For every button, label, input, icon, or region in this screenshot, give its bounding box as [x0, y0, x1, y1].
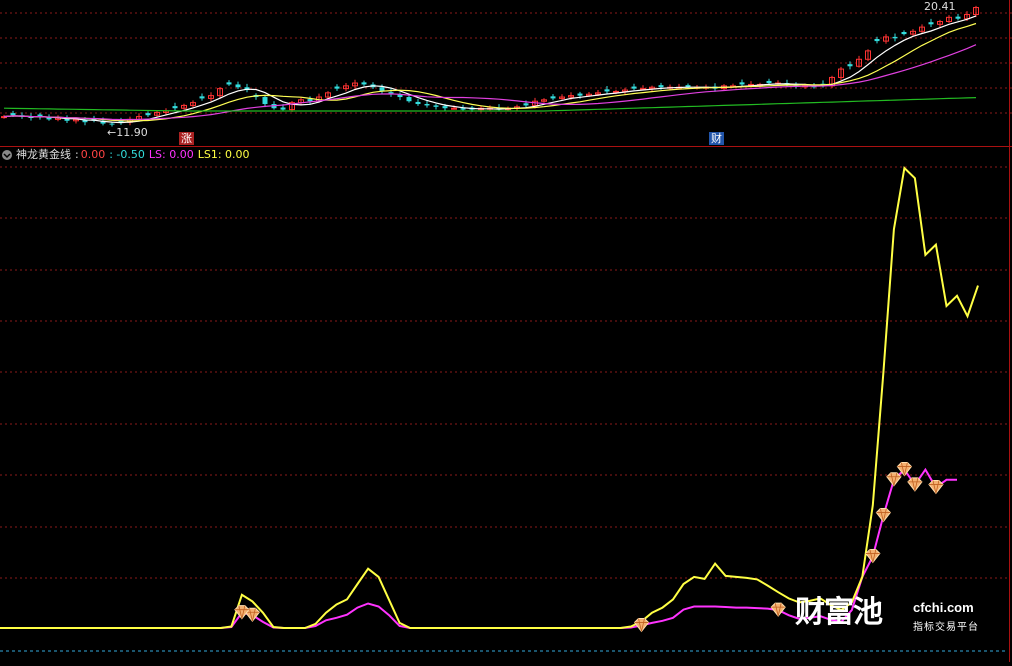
ls1-line — [0, 165, 979, 629]
candle-body-down — [334, 86, 340, 89]
diamond-marker-icon — [633, 617, 650, 633]
candle-body-down — [280, 107, 286, 110]
candle-body-down — [892, 36, 898, 39]
candle-body-down — [433, 105, 439, 107]
candle-body-down — [109, 123, 115, 125]
candle-body-down — [523, 103, 529, 106]
watermark-logo: 财富池 cfchi.com 指标交易平台 — [795, 596, 985, 636]
candle-body-down — [577, 93, 583, 96]
candle-body-down — [145, 113, 151, 116]
diamond-marker-icon — [865, 548, 881, 564]
diamond-marker-icon — [770, 602, 786, 617]
candle-body-down — [235, 84, 241, 88]
watermark-brand: 财富池 — [795, 595, 883, 630]
chart-svg[interactable] — [0, 0, 1012, 662]
diamond-marker-icon — [907, 477, 923, 492]
indicator-value-1: 0.00 — [80, 148, 106, 161]
candle-body-down — [739, 82, 745, 85]
candle-body-down — [658, 85, 664, 88]
candle-body-down — [424, 104, 430, 106]
indicator-sep: : — [75, 148, 79, 161]
indicator-ls1: LS1: 0.00 — [197, 148, 250, 161]
price-low-label: ←11.90 — [107, 126, 148, 139]
candle-body-down — [10, 113, 16, 116]
candle-body-down — [226, 82, 232, 85]
candle-body-down — [955, 16, 961, 19]
candle-body-down — [361, 82, 367, 85]
candle-body-down — [901, 32, 907, 35]
chart-stage[interactable]: 20.41 ←11.90 涨 财 神龙黄金线 : 0.00 : -0.50 LS… — [0, 0, 1012, 662]
indicator-ls: LS: 0.00 — [148, 148, 194, 161]
diamond-marker-icon — [886, 472, 902, 487]
candle-body-down — [406, 97, 412, 102]
candle-body-down — [199, 96, 205, 99]
candle-body-down — [847, 64, 853, 67]
candle-body-down — [307, 99, 313, 102]
indicator-value-2: : -0.50 — [109, 148, 145, 161]
indicator-legend: 神龙黄金线 : 0.00 : -0.50 LS: 0.00 LS1: 0.00 — [0, 148, 254, 162]
diamond-marker-icon — [928, 479, 944, 495]
candle-body-down — [874, 39, 880, 42]
candle-body-down — [172, 106, 178, 109]
candle-body-down — [550, 96, 556, 99]
watermark-tagline: 指标交易平台 — [913, 622, 979, 633]
candle-body-down — [442, 106, 448, 109]
candle-body-down — [604, 89, 610, 92]
candle-body-down — [928, 22, 934, 25]
watermark-url: cfchi.com — [913, 600, 974, 615]
candle-body-down — [262, 97, 268, 105]
diamond-marker-icon — [234, 605, 250, 620]
zhang-marker[interactable]: 涨 — [179, 132, 194, 145]
collapse-chevron-icon[interactable] — [1, 149, 13, 161]
candle-body-down — [631, 86, 637, 89]
diamond-marker-icon — [875, 508, 892, 523]
indicator-name[interactable]: 神龙黄金线 — [16, 148, 71, 162]
candle-body-down — [415, 101, 421, 105]
candle-body-up — [451, 107, 457, 110]
price-high-label: 20.41 — [924, 0, 956, 13]
cai-marker[interactable]: 财 — [709, 132, 724, 145]
candle-body-down — [766, 80, 772, 84]
